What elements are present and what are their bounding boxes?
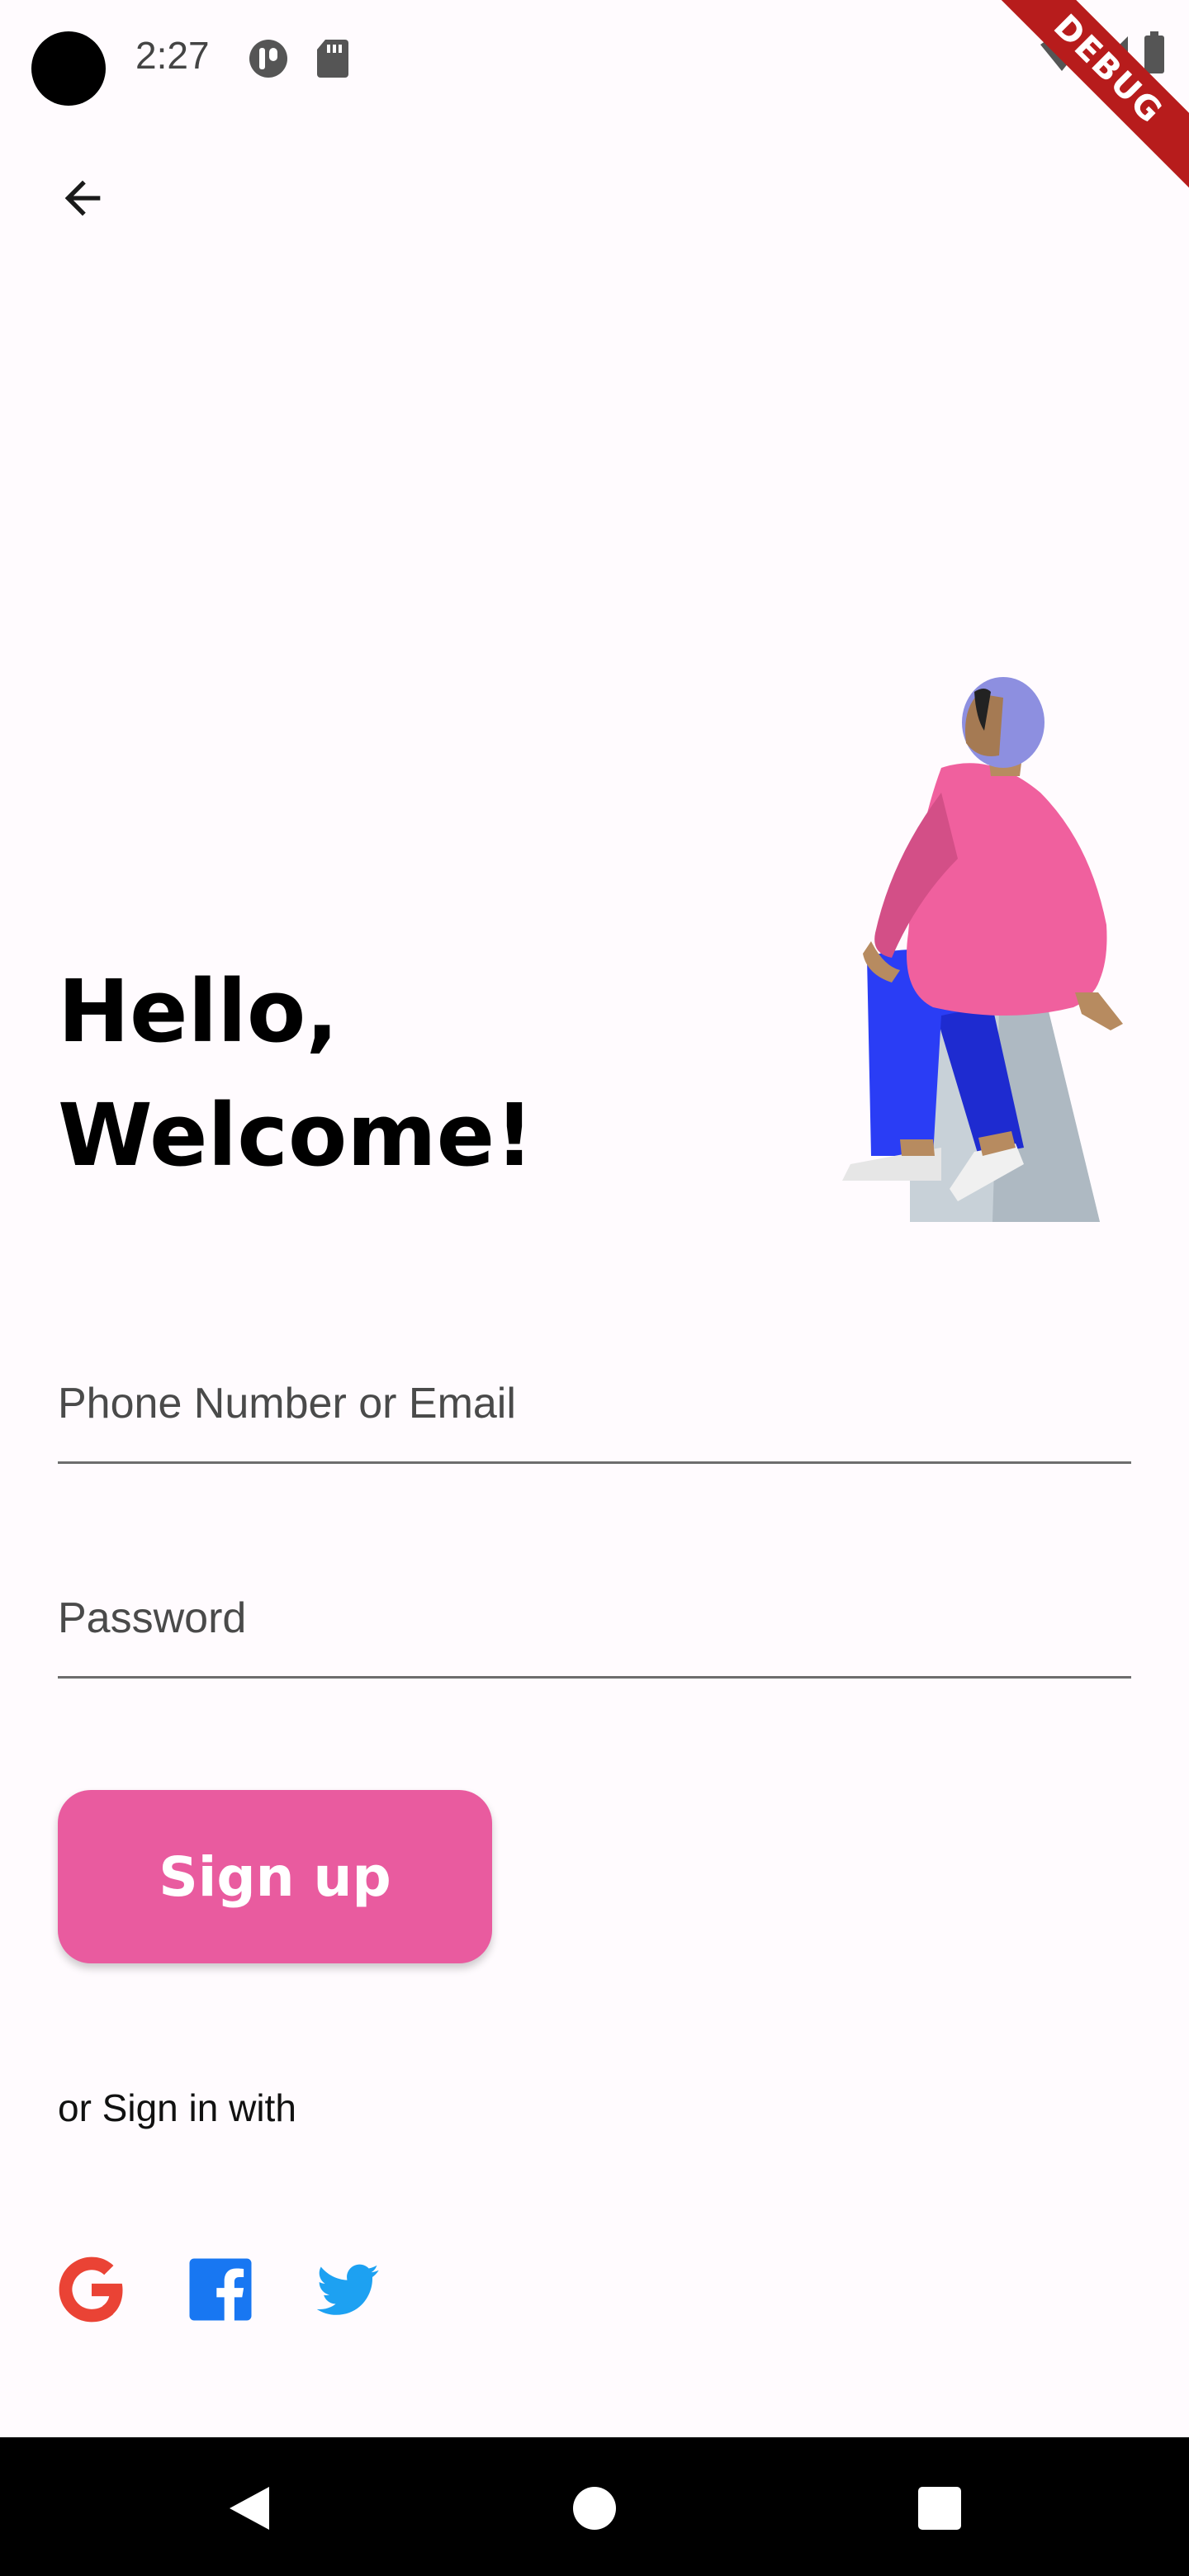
identifier-field	[58, 1329, 1131, 1464]
twitter-icon[interactable]	[310, 2252, 385, 2327]
status-bar: 2:27 DEBUG	[0, 0, 1189, 199]
social-caption: or Sign in with	[58, 2086, 296, 2129]
sign-up-button[interactable]: Sign up	[58, 1790, 492, 1963]
google-icon[interactable]	[54, 2252, 129, 2327]
greeting-line-2: Welcome!	[58, 1085, 534, 1186]
back-triangle-icon[interactable]	[223, 2482, 276, 2535]
greeting-line-1: Hello,	[58, 961, 339, 1062]
facebook-icon[interactable]	[183, 2252, 258, 2327]
recents-square-icon[interactable]	[913, 2482, 966, 2535]
welcome-heading: Hello, Welcome!	[58, 949, 534, 1197]
sd-card-icon	[317, 40, 348, 78]
debug-banner: DEBUG	[978, 0, 1189, 199]
password-input[interactable]	[58, 1593, 1131, 1643]
back-button[interactable]	[41, 157, 124, 239]
status-time: 2:27	[135, 34, 210, 77]
sitting-person-illustration	[842, 677, 1123, 1222]
system-navigation-bar	[0, 2437, 1189, 2576]
password-field	[58, 1544, 1131, 1679]
phone-or-email-input[interactable]	[58, 1379, 1131, 1428]
home-circle-icon[interactable]	[568, 2482, 621, 2535]
arrow-back-icon	[64, 180, 101, 216]
notification-icon	[249, 40, 287, 78]
login-screen: 2:27 DEBUG Hello, Welcome! Phone Number …	[0, 0, 1189, 2576]
camera-cutout	[31, 31, 106, 106]
battery-icon	[1144, 31, 1164, 73]
